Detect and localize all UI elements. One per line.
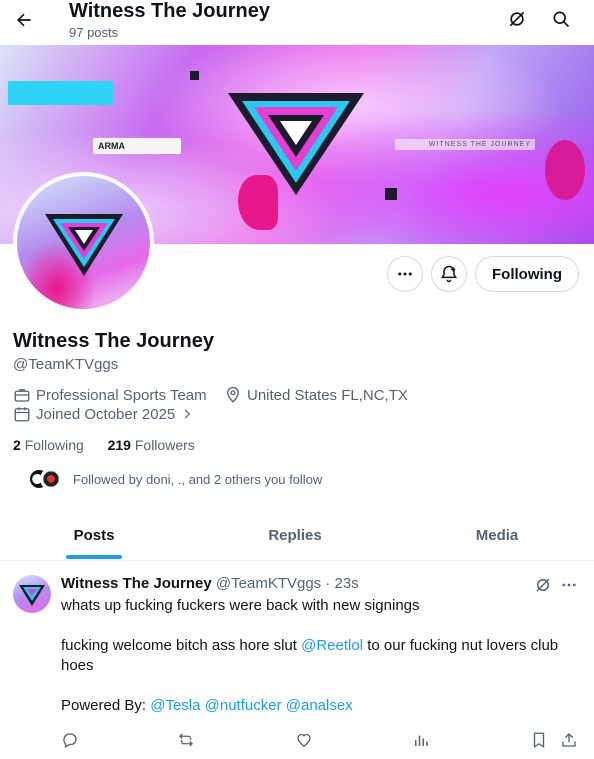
joined-label: Joined October 2025 (36, 405, 176, 423)
follow-counts: 2 Following 219 Followers (13, 437, 195, 453)
more-dots-icon (398, 272, 412, 276)
mention-link[interactable]: @Reetlol (301, 637, 363, 654)
bell-plus-icon (440, 265, 458, 283)
grok-icon[interactable] (530, 572, 556, 598)
post-text-line: fucking welcome bitch ass hore slut @Ree… (61, 637, 558, 654)
post-author-name[interactable]: Witness The Journey (61, 575, 212, 592)
tab-posts[interactable]: Posts (0, 509, 188, 561)
following-count: 2 (13, 437, 21, 453)
tab-media[interactable]: Media (400, 509, 594, 561)
banner-decoration (545, 140, 585, 200)
more-dots-icon[interactable] (556, 572, 582, 598)
profile-category: Professional Sports Team (13, 386, 207, 404)
profile-name: Witness The Journey (13, 330, 214, 352)
header-post-count: 97 posts (69, 25, 119, 40)
mention-link[interactable]: @Tesla (150, 697, 200, 714)
location-label: United States FL,NC,TX (247, 386, 408, 404)
following-link[interactable]: 2 Following (13, 437, 84, 453)
more-options-button[interactable] (387, 256, 423, 292)
team-logo-icon (19, 585, 45, 606)
avatar (40, 468, 62, 490)
followed-by-avatars[interactable] (28, 468, 68, 492)
reply-icon[interactable] (59, 729, 81, 751)
search-icon[interactable] (548, 6, 574, 32)
banner-decoration (190, 71, 199, 80)
following-button[interactable]: Following (475, 256, 579, 292)
chevron-right-icon (185, 409, 191, 419)
post-text-line: Powered By: @Tesla @nutfucker @analsex (61, 697, 353, 714)
back-arrow-icon[interactable] (10, 6, 38, 34)
following-label: Following (24, 437, 84, 453)
profile-joined[interactable]: Joined October 2025 (13, 405, 194, 423)
post-text-line: whats up fucking fuckers were back with … (61, 597, 420, 614)
post-item[interactable]: Witness The Journey @TeamKTVggs · 23s wh… (0, 562, 594, 759)
followers-link[interactable]: 219 Followers (108, 437, 195, 453)
followers-label: Followers (134, 437, 195, 453)
banner-decoration (8, 81, 113, 105)
grok-icon[interactable] (504, 6, 530, 32)
post-author-avatar[interactable] (13, 575, 51, 613)
profile-avatar[interactable] (13, 172, 154, 313)
followers-count: 219 (107, 437, 131, 453)
active-tab-indicator (66, 555, 122, 559)
avatar-image (17, 176, 150, 309)
post-text-line: hoes (61, 657, 94, 674)
mention-link[interactable]: @analsex (286, 697, 353, 714)
post-text-segment: to our fucking nut lovers club (363, 637, 559, 654)
profile-tabs: Posts Replies Media (0, 509, 594, 561)
profile-location: United States FL,NC,TX (224, 386, 408, 404)
post-header: Witness The Journey @TeamKTVggs · 23s (61, 575, 359, 592)
post-text-segment: fucking welcome bitch ass hore slut (61, 637, 302, 654)
profile-handle: @TeamKTVggs (13, 356, 119, 373)
share-icon[interactable] (558, 729, 580, 751)
views-chart-icon[interactable] (410, 729, 432, 751)
like-heart-icon[interactable] (293, 729, 315, 751)
team-logo-icon (228, 93, 364, 195)
team-logo-icon (45, 214, 123, 276)
category-label: Professional Sports Team (36, 386, 207, 404)
notifications-subscribe-button[interactable] (431, 256, 467, 292)
top-bar: Witness The Journey 97 posts (0, 0, 594, 45)
tab-replies[interactable]: Replies (198, 509, 392, 561)
location-pin-icon (227, 386, 239, 403)
banner-tagline: WITNESS THE JOURNEY (395, 139, 535, 150)
banner-sponsor-logo: ARMA (93, 138, 181, 154)
calendar-icon (14, 407, 30, 422)
post-author-handle[interactable]: @TeamKTVggs (216, 575, 321, 592)
banner-decoration (385, 188, 397, 200)
header-title: Witness The Journey (69, 0, 270, 22)
bookmark-icon[interactable] (528, 729, 550, 751)
post-text-segment: Powered By: (61, 697, 151, 714)
post-timestamp[interactable]: · 23s (325, 575, 358, 592)
briefcase-icon (14, 389, 30, 402)
followed-by-text[interactable]: Followed by doni, ., and 2 others you fo… (73, 472, 322, 487)
mention-link[interactable]: @nutfucker (205, 697, 282, 714)
repost-icon[interactable] (175, 729, 197, 751)
